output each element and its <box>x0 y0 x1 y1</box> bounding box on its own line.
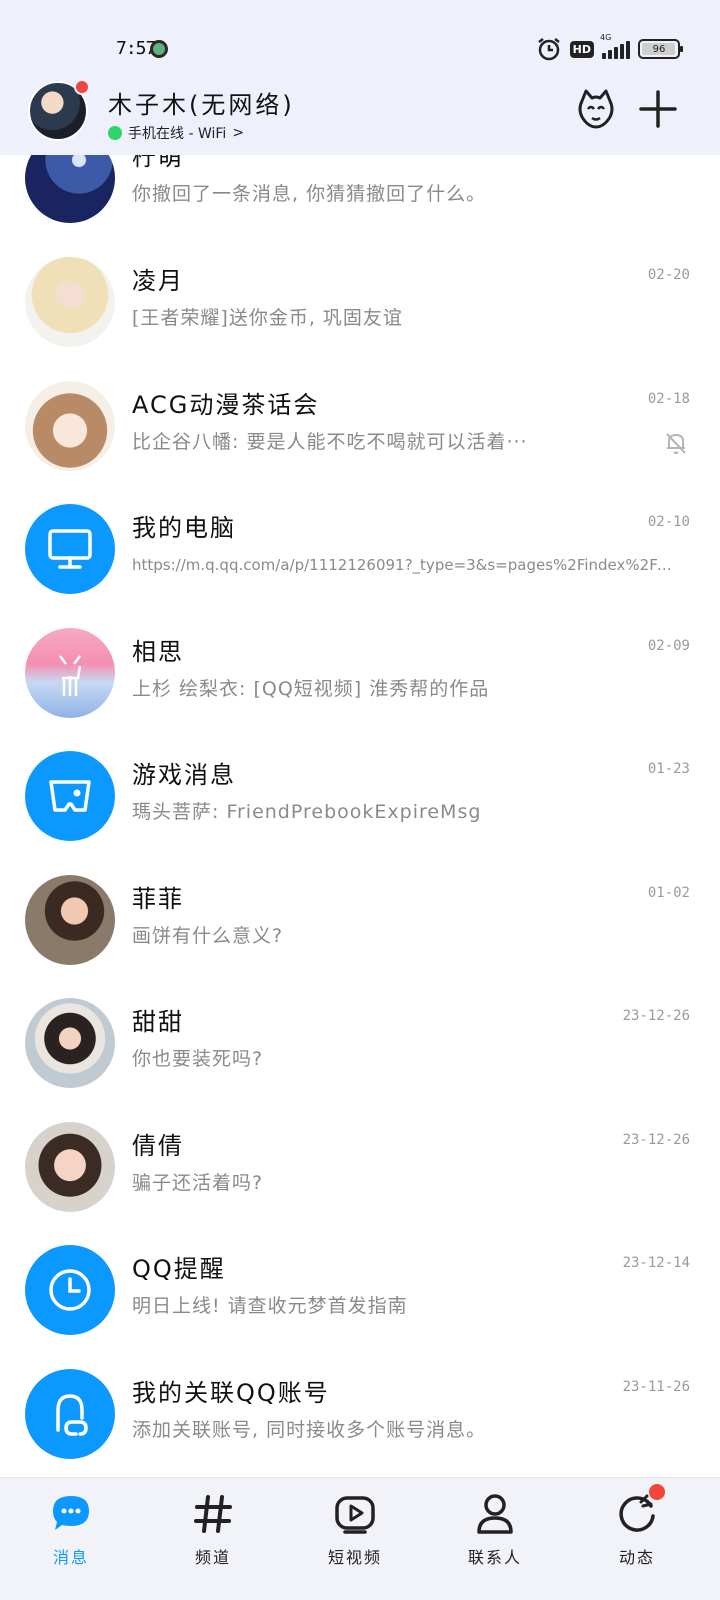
chat-name: 游戏消息 <box>132 761 236 789</box>
cat-face-icon[interactable] <box>574 87 618 131</box>
chat-row[interactable]: 菲菲 画饼有什么意义? 01-02 <box>0 875 720 999</box>
chat-preview: 骗子还活着吗? <box>132 1172 264 1194</box>
chat-date: 01-23 <box>647 761 690 777</box>
chat-name: QQ提醒 <box>132 1255 226 1283</box>
gamepad-icon <box>25 751 115 841</box>
chat-preview: 你也要装死吗? <box>132 1048 264 1070</box>
video-play-icon <box>331 1490 379 1538</box>
chat-preview: 瑪头菩萨: FriendPrebookExpireMsg <box>132 801 482 823</box>
linked-account-icon <box>25 1369 115 1459</box>
hashtag-icon <box>189 1490 237 1538</box>
beanie-girl-avatar <box>25 998 115 1088</box>
tab-label: 联系人 <box>467 1548 522 1567</box>
chat-preview: 画饼有什么意义? <box>132 925 284 947</box>
moments-icon <box>613 1484 665 1538</box>
signal-icon: 4G <box>600 33 630 59</box>
monitor-icon <box>25 504 115 594</box>
chat-date: 02-18 <box>647 391 690 407</box>
chat-row[interactable]: 倩倩 骗子还活着吗? 23-12-26 <box>0 1122 720 1246</box>
tab-label: 短视频 <box>327 1548 382 1567</box>
notification-dot-icon <box>150 40 168 58</box>
plus-icon[interactable] <box>636 87 680 131</box>
status-bar: 7:57 HD 4G 96 <box>0 30 720 70</box>
chat-row[interactable]: 柠萌 你撤回了一条消息, 你猜猜撤回了什么。 02-22 <box>0 155 720 257</box>
bottom-nav: 消息 频道 短视频 联系人 动态 <box>0 1477 720 1600</box>
account-title[interactable]: 木子木(无网络) <box>108 85 295 120</box>
header: 木子木(无网络) 手机在线 - WiFi > <box>0 75 720 155</box>
chat-preview: 上杉 绘梨衣: [QQ短视频] 淮秀帮的作品 <box>132 678 490 700</box>
chat-date: 23-12-26 <box>622 1132 690 1148</box>
battery-level: 96 <box>652 43 666 55</box>
chat-preview: 比企谷八幡: 要是人能不吃不喝就可以活着··· <box>132 431 528 453</box>
hd-badge: HD <box>569 40 594 58</box>
tab-contacts[interactable]: 联系人 <box>440 1490 550 1590</box>
chat-name: 相思 <box>132 638 184 666</box>
tab-label: 动态 <box>618 1548 655 1567</box>
chat-date: 23-11-26 <box>622 1379 690 1395</box>
chat-name: 倩倩 <box>132 1132 184 1160</box>
tab-channels[interactable]: 频道 <box>158 1490 268 1590</box>
chat-preview: 添加关联账号, 同时接收多个账号消息。 <box>132 1419 487 1441</box>
chat-name: 甜甜 <box>132 1008 184 1036</box>
chat-name: ACG动漫茶话会 <box>132 391 320 419</box>
chat-row[interactable]: 游戏消息 瑪头菩萨: FriendPrebookExpireMsg 01-23 <box>0 751 720 875</box>
chat-date: 23-12-14 <box>622 1255 690 1271</box>
chat-name: 我的关联QQ账号 <box>132 1379 330 1407</box>
chat-bubble-icon <box>47 1490 95 1538</box>
chat-row[interactable]: 甜甜 你也要装死吗? 23-12-26 <box>0 998 720 1122</box>
chat-list[interactable]: 柠萌 你撤回了一条消息, 你猜猜撤回了什么。 02-22 凌月 [王者荣耀]送你… <box>0 155 720 1477</box>
chat-row[interactable]: 我的电脑 https://m.q.qq.com/a/p/1112126091?_… <box>0 504 720 628</box>
online-status-text: 手机在线 - WiFi <box>128 126 227 142</box>
blonde-girl-avatar <box>25 257 115 347</box>
deer-art-avatar <box>25 628 115 718</box>
status-right: HD 4G 96 <box>536 33 683 62</box>
online-dot-icon <box>108 126 122 140</box>
person-icon <box>471 1490 519 1538</box>
chat-date: 01-02 <box>647 885 690 901</box>
chat-preview: https://m.q.qq.com/a/p/1112126091?_type=… <box>132 556 672 574</box>
chat-row[interactable]: ACG动漫茶话会 比企谷八幡: 要是人能不吃不喝就可以活着··· 02-18 <box>0 381 720 505</box>
chat-name: 柠萌 <box>132 155 184 171</box>
chevron-right-icon: > <box>232 125 245 141</box>
chat-date: 02-22 <box>648 155 690 159</box>
tab-label: 消息 <box>52 1548 89 1567</box>
clock-icon <box>25 1245 115 1335</box>
moments-badge <box>649 1484 665 1500</box>
chat-row[interactable]: 凌月 [王者荣耀]送你金币, 巩固友谊 02-20 <box>0 257 720 381</box>
chat-date: 02-09 <box>647 638 690 654</box>
chat-name: 凌月 <box>132 267 184 295</box>
bell-muted-icon <box>666 433 686 454</box>
alarm-icon <box>537 38 560 61</box>
avatar-notification-badge <box>74 79 90 95</box>
anime-night-avatar <box>25 155 115 223</box>
tab-messages[interactable]: 消息 <box>16 1490 126 1590</box>
chat-row[interactable]: 我的关联QQ账号 添加关联账号, 同时接收多个账号消息。 23-11-26 <box>0 1369 720 1477</box>
network-type: 4G <box>600 33 612 42</box>
tab-short-video[interactable]: 短视频 <box>300 1490 410 1590</box>
anime-girl-avatar <box>25 381 115 471</box>
online-status[interactable]: 手机在线 - WiFi > <box>108 123 244 143</box>
chat-name: 菲菲 <box>132 885 184 913</box>
girl-photo-avatar <box>25 875 115 965</box>
battery-icon: 96 <box>638 39 683 59</box>
chat-preview: 你撤回了一条消息, 你猜猜撤回了什么。 <box>132 183 487 205</box>
chat-name: 我的电脑 <box>132 514 236 542</box>
chat-date: 02-20 <box>647 267 690 283</box>
tab-moments[interactable]: 动态 <box>582 1484 692 1590</box>
top-area: 7:57 HD 4G 96 木子木(无网络) 手机在线 - WiFi > <box>0 0 720 155</box>
smiling-girl-avatar <box>25 1122 115 1212</box>
chat-date: 23-12-26 <box>622 1008 690 1024</box>
chat-row[interactable]: QQ提醒 明日上线! 请查收元梦首发指南 23-12-14 <box>0 1245 720 1369</box>
tab-label: 频道 <box>194 1548 231 1567</box>
chat-row[interactable]: 相思 上杉 绘梨衣: [QQ短视频] 淮秀帮的作品 02-09 <box>0 628 720 752</box>
chat-date: 02-10 <box>647 514 690 530</box>
chat-preview: 明日上线! 请查收元梦首发指南 <box>132 1295 408 1317</box>
chat-preview: [王者荣耀]送你金币, 巩固友谊 <box>132 307 403 329</box>
